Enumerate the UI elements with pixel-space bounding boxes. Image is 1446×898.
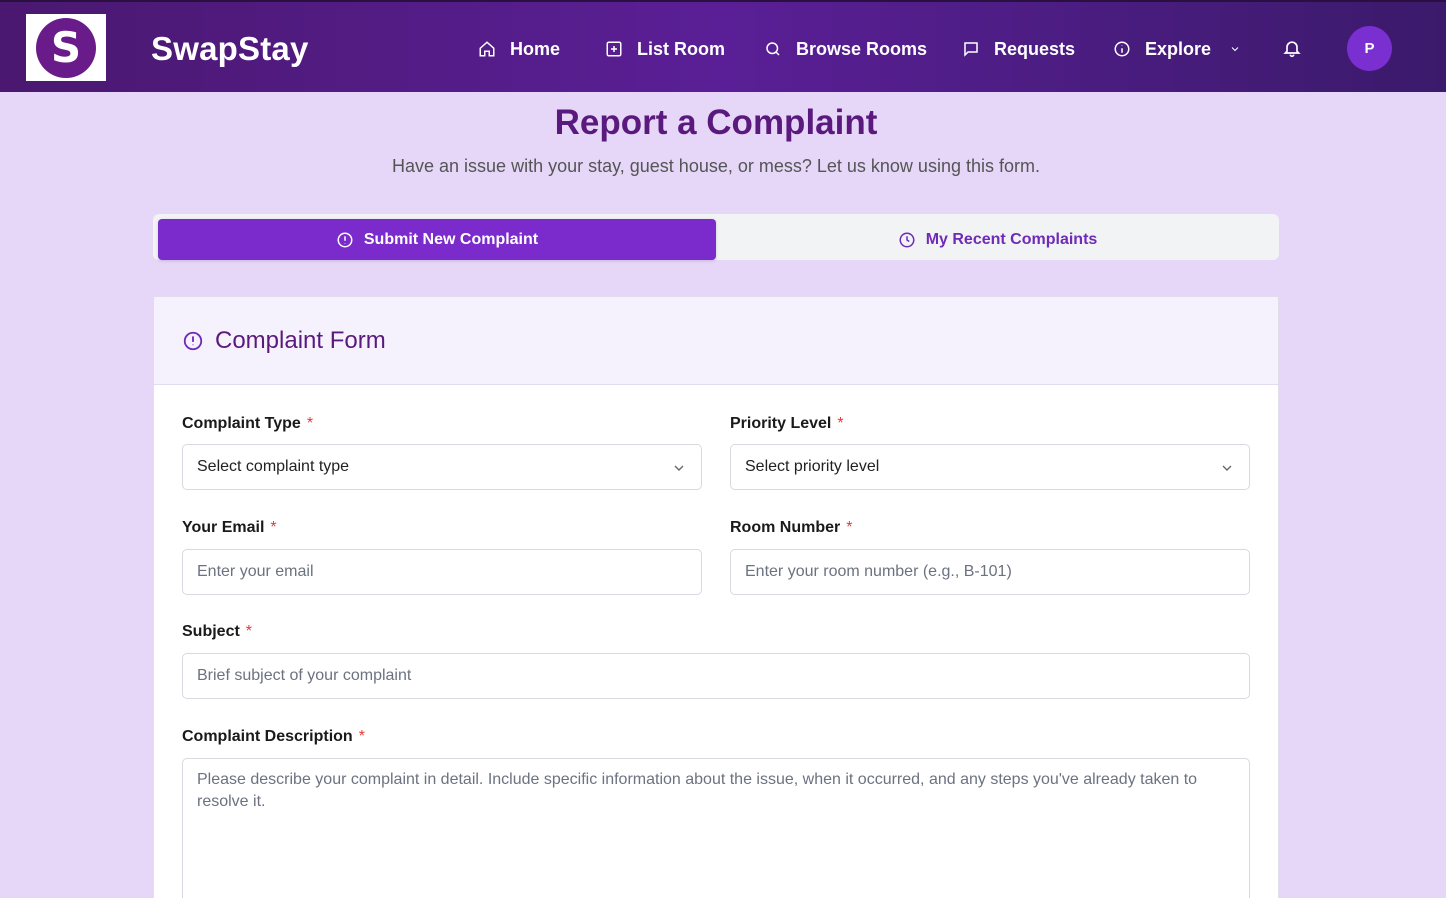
logo[interactable]: S [26,14,106,81]
message-icon [964,42,978,57]
brand-name[interactable]: SwapStay [151,30,309,68]
complaint-type-label: Complaint Type * [182,415,313,433]
search-icon [766,42,780,56]
bell-icon [1283,41,1301,58]
logo-letter: S [36,18,96,78]
nav-list-room[interactable]: List Room [605,36,725,62]
complaint-type-label-text: Complaint Type [182,415,301,432]
priority-level-label: Priority Level * [730,415,844,433]
alert-circle-icon [183,331,203,351]
nav-browse-rooms[interactable]: Browse Rooms [764,36,927,62]
complaint-tabs: Submit New Complaint My Recent Complaint… [153,214,1279,260]
nav-home-label: Home [510,38,561,59]
description-label: Complaint Description * [182,728,365,746]
nav-explore-label: Explore [1145,38,1212,59]
top-navbar: S SwapStay Home List Room Browse Rooms R… [0,0,1446,92]
email-label-text: Your Email [182,519,265,536]
tab-submit-label: Submit New Complaint [363,230,539,248]
description-placeholder: Please describe your complaint in detail… [197,771,1198,810]
plus-square-icon [606,41,622,57]
nav-requests[interactable]: Requests [962,36,1075,62]
required-mark: * [270,519,277,536]
nav-requests-label: Requests [994,38,1076,59]
alert-circle-icon [337,232,353,247]
subject-field[interactable]: Brief subject of your complaint [182,653,1250,699]
priority-level-value: Select priority level [745,458,880,475]
subject-label: Subject * [182,623,252,641]
chevron-down-icon [671,460,687,476]
tab-recent-label: My Recent Complaints [925,230,1098,248]
chevron-down-icon [1219,460,1235,476]
required-mark: * [306,415,314,432]
tab-submit-new-complaint[interactable]: Submit New Complaint [158,219,716,260]
complaint-form-card: Complaint Form Complaint Type * Select co… [153,296,1279,898]
nav-explore[interactable]: Explore [1113,36,1241,62]
required-mark: * [846,519,853,536]
description-label-text: Complaint Description [182,728,353,745]
priority-level-label-text: Priority Level [730,415,832,432]
required-mark: * [245,623,253,640]
form-title-text: Complaint Form [215,327,386,354]
complaint-type-value: Select complaint type [197,458,350,475]
nav-list-room-label: List Room [637,38,725,59]
card-header: Complaint Form [154,297,1278,385]
priority-level-select[interactable]: Select priority level [730,444,1250,490]
required-mark: * [358,728,365,745]
info-icon [1114,41,1130,57]
email-field[interactable]: Enter your email [182,549,702,595]
form-title: Complaint Form [182,327,386,355]
page-subtitle: Have an issue with your stay, guest hous… [392,156,1040,176]
room-number-label: Room Number * [730,519,852,537]
email-placeholder: Enter your email [197,563,314,580]
email-label: Your Email * [182,519,277,537]
room-number-label-text: Room Number [730,519,841,536]
chevron-down-icon [1231,47,1239,52]
description-textarea[interactable]: Please describe your complaint in detail… [182,758,1250,898]
clock-icon [899,232,915,247]
nav-home[interactable]: Home [478,36,560,62]
nav-browse-rooms-label: Browse Rooms [796,38,928,59]
room-number-placeholder: Enter your room number (e.g., B-101) [745,563,1012,580]
subject-label-text: Subject [182,623,240,640]
avatar[interactable]: P [1347,26,1392,71]
notification-bell[interactable] [1282,38,1302,58]
subject-placeholder: Brief subject of your complaint [197,667,412,684]
tab-my-recent-complaints[interactable]: My Recent Complaints [716,219,1279,260]
required-mark: * [837,415,844,432]
page-title: Report a Complaint [554,103,878,142]
home-icon [479,41,495,57]
room-number-field[interactable]: Enter your room number (e.g., B-101) [730,549,1250,595]
complaint-type-select[interactable]: Select complaint type [182,444,702,490]
